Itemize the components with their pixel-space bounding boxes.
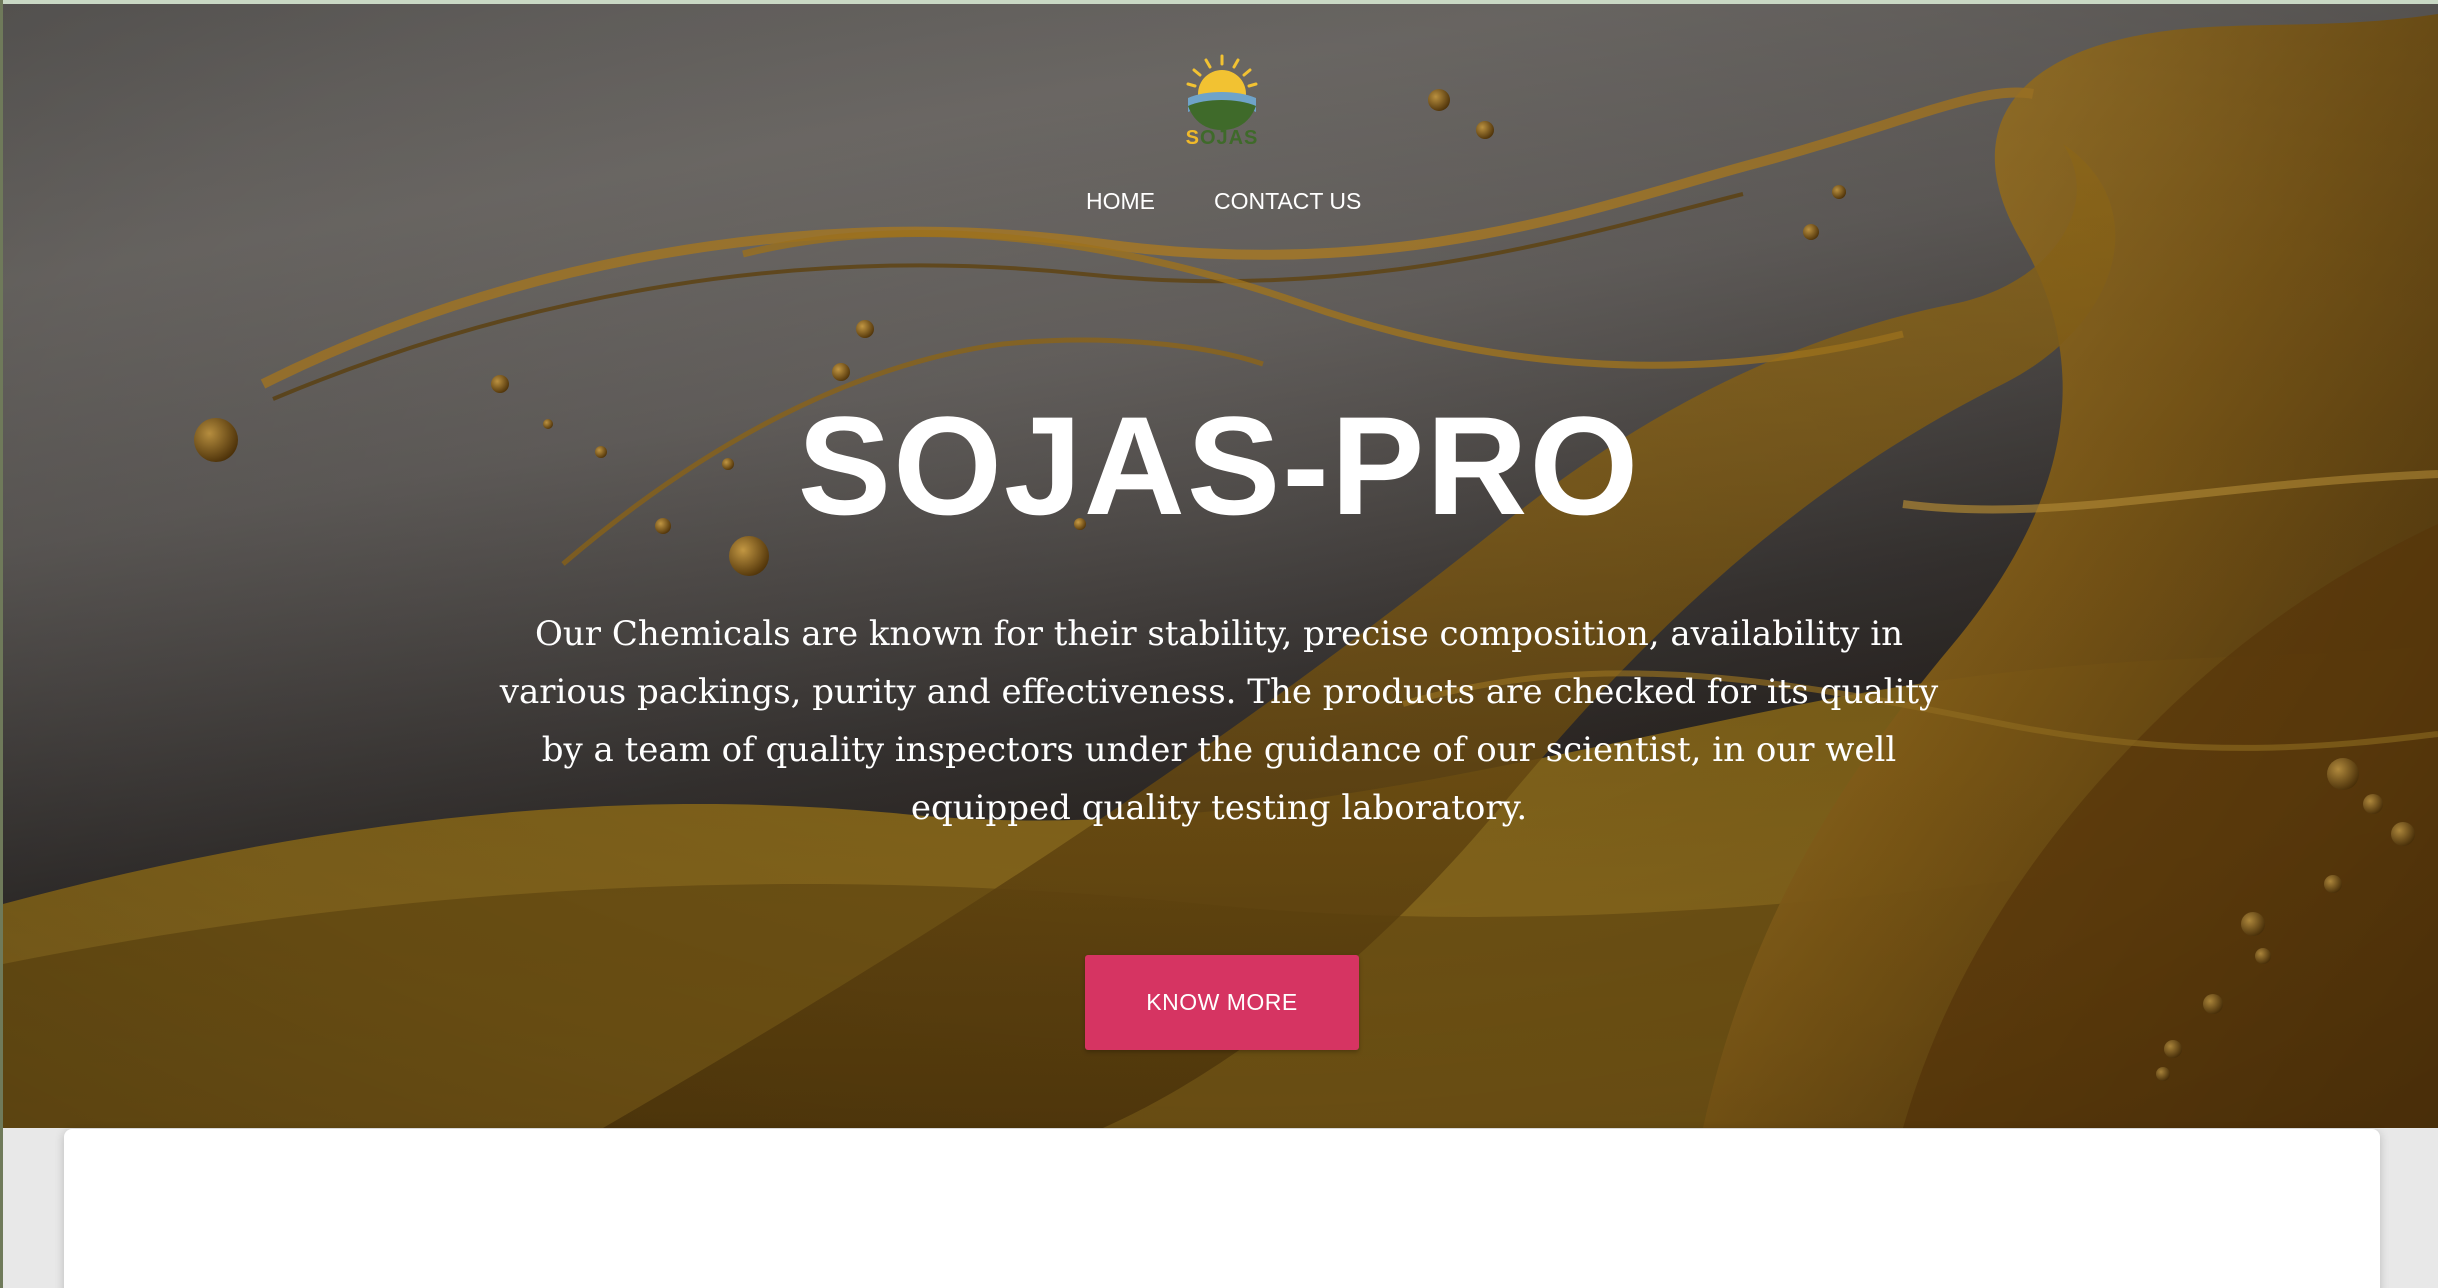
sun-over-hills-logo-icon — [1186, 54, 1258, 130]
nav-link-home[interactable]: HOME — [1086, 188, 1155, 215]
logo-text-first-letter: S — [1185, 127, 1200, 149]
site-logo[interactable]: SOJAS — [1180, 52, 1264, 152]
know-more-button[interactable]: KNOW MORE — [1085, 955, 1359, 1050]
content-card — [64, 1129, 2380, 1288]
hero-description: Our Chemicals are known for their stabil… — [499, 614, 1939, 828]
logo-text-rest: OJAS — [1199, 127, 1259, 149]
main-nav: HOME CONTACT US — [0, 188, 2438, 222]
hero-title: SOJAS-PRO — [797, 387, 1641, 544]
logo-text: SOJAS — [1180, 127, 1264, 150]
page: SOJAS HOME CONTACT US SOJAS-PRO Our Chem… — [0, 0, 2438, 1288]
top-border — [0, 0, 2438, 4]
nav-link-contact-us[interactable]: CONTACT US — [1214, 188, 1361, 215]
